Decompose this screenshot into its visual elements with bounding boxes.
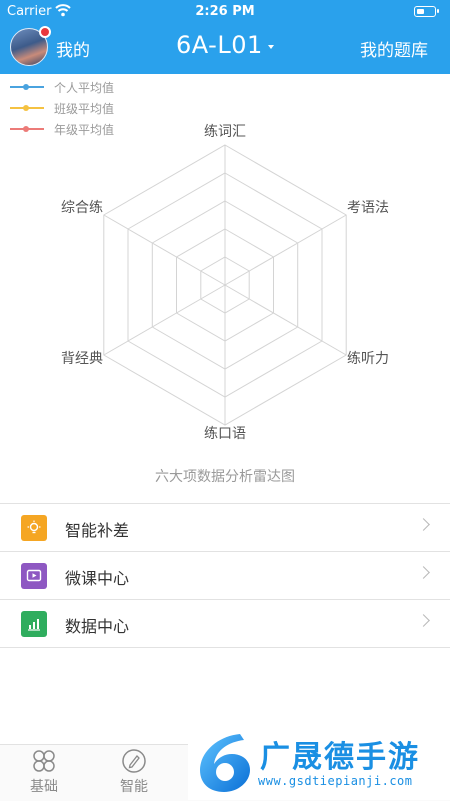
radar-spokes <box>103 145 347 425</box>
radar-spoke <box>103 214 226 286</box>
radar-spoke <box>224 214 347 286</box>
menu-item-label: 智能补差 <box>65 521 130 540</box>
pencil-icon <box>122 749 146 773</box>
menu-item-smart-remedial[interactable]: 智能补差 <box>0 504 450 552</box>
status-bar: Carrier 2:26 PM <box>0 0 450 24</box>
chevron-right-icon <box>417 614 430 627</box>
watermark-brand: 广晟德手游 <box>260 740 420 775</box>
legend-personal-label: 个人平均值 <box>54 81 115 95</box>
my-question-bank-link[interactable]: 我的题库 <box>360 36 428 61</box>
chevron-right-icon <box>417 566 430 579</box>
radar-axis-label-classics: 背经典 <box>61 351 103 367</box>
avatar[interactable] <box>10 26 51 66</box>
watermark: 广晟德手游 www.gsdtiepianji.com <box>188 728 450 800</box>
tab-smart-label: 智能 <box>120 779 148 795</box>
lightbulb-icon <box>21 515 47 541</box>
mine-link[interactable]: 我的 <box>56 36 90 61</box>
radar-chart: 练词汇 考语法 练听力 练口语 背经典 综合练 <box>61 124 389 442</box>
menu-item-label: 数据中心 <box>65 617 130 636</box>
radar-axis-label-vocabulary: 练词汇 <box>204 124 246 140</box>
radar-spoke <box>103 284 226 356</box>
video-play-icon <box>21 563 47 589</box>
chevron-right-icon <box>417 518 430 531</box>
radar-axis-label-grammar: 考语法 <box>347 200 389 216</box>
watermark-logo <box>200 734 250 792</box>
radar-axis-label-comprehensive: 综合练 <box>61 200 103 216</box>
tab-basic-label: 基础 <box>30 779 58 795</box>
caret-down-icon[interactable] <box>268 45 274 49</box>
battery-icon <box>414 6 439 17</box>
menu-item-label: 微课中心 <box>65 569 130 588</box>
bar-chart-icon <box>21 611 47 637</box>
status-time: 2:26 PM <box>195 4 255 19</box>
menu-item-data-center[interactable]: 数据中心 <box>0 600 450 648</box>
radar-axis-label-listening: 练听力 <box>347 351 389 367</box>
watermark-url: www.gsdtiepianji.com <box>258 774 413 788</box>
radar-caption: 六大项数据分析雷达图 <box>155 469 295 485</box>
notification-dot <box>39 26 51 38</box>
top-bar: Carrier 2:26 PM 我的 6A-L01 我的题库 <box>0 0 450 74</box>
tab-smart[interactable]: 智能 <box>104 747 164 796</box>
menu-item-micro-course[interactable]: 微课中心 <box>0 552 450 600</box>
page-title[interactable]: 6A-L01 <box>176 31 263 59</box>
tab-basic[interactable]: 基础 <box>14 747 74 796</box>
legend-personal-swatch <box>10 84 44 90</box>
radar-axis-label-speaking: 练口语 <box>204 426 246 442</box>
feature-menu: 智能补差 微课中心 数据中心 <box>0 503 450 648</box>
grid-clover-icon <box>33 750 55 772</box>
radar-spoke <box>224 284 347 356</box>
